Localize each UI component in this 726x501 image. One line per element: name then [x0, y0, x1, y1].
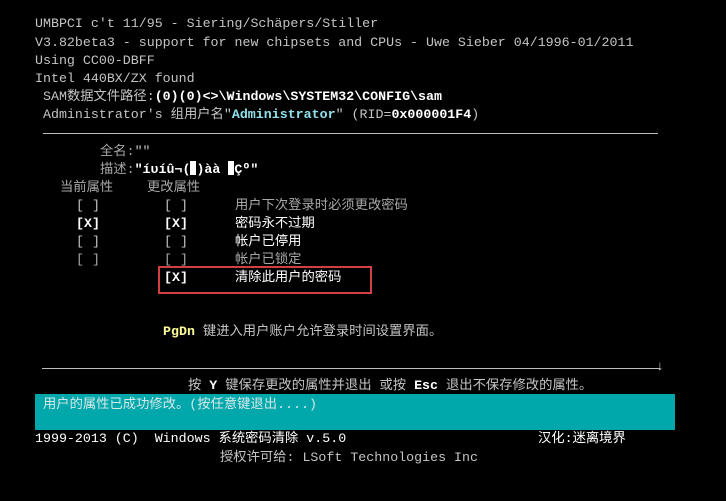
divider-bottom	[42, 368, 660, 369]
header-line-3: Using CC00-DBFF	[35, 53, 155, 68]
description-label: 描述:	[100, 162, 135, 177]
hint-text: 退出不保存修改的属性。	[438, 378, 593, 393]
attr-label: 用户下次登录时必须更改密码	[235, 198, 408, 213]
description-part: Çº"	[234, 162, 259, 177]
attr-change-checkbox[interactable]: [X]	[164, 269, 188, 287]
status-message: 用户的属性已成功修改。(按任意键退出....)	[43, 397, 317, 412]
scroll-down-arrow-icon: ↓	[656, 359, 664, 374]
user-prefix: Administrator's 组用户名"	[43, 107, 232, 122]
column-current: 当前属性	[60, 180, 114, 195]
username: Administrator	[231, 107, 336, 122]
esc-key[interactable]: Esc	[414, 378, 438, 393]
fullname-line: 全名:""	[100, 143, 151, 161]
hint-text: 键保存更改的属性并退出 或按	[217, 378, 415, 393]
save-hint: 按 Y 键保存更改的属性并退出 或按 Esc 退出不保存修改的属性。	[188, 377, 592, 395]
status-bar: 用户的属性已成功修改。(按任意键退出....)	[35, 394, 675, 430]
pgdn-text: 键进入用户账户允许登录时间设置界面。	[194, 324, 443, 339]
fullname-value: ""	[134, 144, 151, 159]
user-suffix: " (RID=	[335, 107, 392, 122]
hint-text: 按	[188, 378, 210, 393]
attr-change-checkbox[interactable]: [ ]	[164, 197, 188, 215]
fullname-label: 全名:	[100, 144, 135, 159]
user-line: Administrator's 组用户名"Administrator" (RID…	[43, 106, 479, 124]
attr-change-checkbox[interactable]: [ ]	[164, 233, 188, 251]
description-part: )àà	[196, 162, 229, 177]
sam-path-line: SAM数据文件路径:(0)(0)<>\Windows\SYSTEM32\CONF…	[43, 88, 442, 106]
header-line-4: Intel 440BX/ZX found	[35, 71, 195, 86]
attr-current-checkbox: [ ]	[76, 234, 100, 249]
pgdn-key[interactable]: PgDn	[163, 324, 195, 339]
rid-value: 0x000001F4	[391, 107, 472, 122]
header-line-2: V3.82beta3 - support for new chipsets an…	[35, 35, 634, 50]
header-line-1: UMBPCI c't 11/95 - Siering/Schäpers/Stil…	[35, 16, 379, 31]
footer-copyright: 1999-2013 (C) Windows 系统密码清除 v.5.0	[35, 431, 347, 446]
description-part: "íυíû¬(	[134, 162, 191, 177]
sam-label: SAM数据文件路径:	[43, 89, 155, 104]
attr-label: 帐户已停用	[235, 234, 302, 249]
footer-license: 授权许可给: LSoft Technologies Inc	[220, 450, 478, 465]
description-line: 描述:"íυíû¬( )àà Çº"	[100, 161, 258, 179]
footer-localized: 汉化:迷离境界	[538, 431, 626, 446]
column-change: 更改属性	[147, 180, 201, 195]
sam-path: (0)(0)<>\Windows\SYSTEM32\CONFIG\sam	[154, 89, 442, 104]
attr-current-checkbox: [ ]	[76, 252, 100, 267]
attr-label: 密码永不过期	[235, 216, 315, 231]
attr-change-checkbox[interactable]: [X]	[164, 215, 188, 233]
user-close: )	[471, 107, 480, 122]
description-value: "íυíû¬( )àà Çº"	[134, 161, 259, 177]
attr-current-checkbox: [ ]	[76, 198, 100, 213]
attr-label: 清除此用户的密码	[235, 270, 342, 285]
divider-top	[43, 133, 658, 134]
pgdn-hint: PgDn 键进入用户账户允许登录时间设置界面。	[163, 323, 442, 341]
attr-current-checkbox: [X]	[76, 216, 100, 231]
